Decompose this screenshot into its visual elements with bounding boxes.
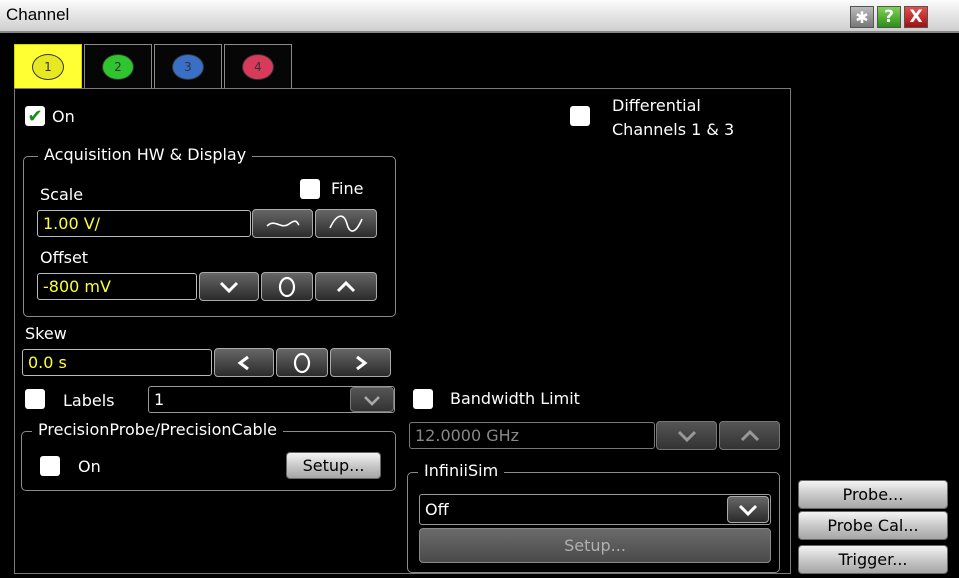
offset-increase-button[interactable] (315, 272, 377, 301)
chevron-up-icon (740, 429, 759, 441)
precision-setup-button[interactable]: Setup... (286, 452, 381, 479)
bandwidth-limit-checkbox[interactable] (413, 389, 433, 409)
differential-label-line1: Differential (612, 96, 701, 115)
precision-legend: PrecisionProbe/PrecisionCable (32, 420, 283, 439)
offset-decrease-button[interactable] (199, 272, 259, 301)
chevron-down-icon (364, 395, 380, 406)
precision-on-checkbox[interactable] (40, 456, 60, 476)
large-wave-icon (329, 214, 363, 232)
help-button[interactable]: ? (877, 6, 901, 28)
tab-channel-1[interactable]: 1 (14, 44, 82, 89)
bandwidth-increase-button[interactable] (719, 421, 780, 450)
offset-zero-button[interactable] (261, 272, 313, 301)
skew-decrease-button[interactable] (214, 348, 274, 377)
fine-checkbox[interactable] (300, 179, 320, 199)
labels-checkbox[interactable] (25, 389, 45, 409)
chevron-down-icon (677, 430, 696, 442)
chevron-right-icon (355, 355, 367, 370)
chevron-down-icon (738, 504, 758, 516)
close-button[interactable]: X (904, 6, 928, 28)
scale-increase-button[interactable] (315, 209, 377, 238)
channel-panel: ✔ On Differential Channels 1 & 3 Acquisi… (14, 88, 791, 574)
skew-input[interactable]: 0.0 s (22, 349, 212, 376)
chevron-down-icon (219, 281, 239, 293)
channel-1-icon: 1 (32, 54, 64, 80)
offset-label: Offset (40, 248, 89, 267)
trigger-button[interactable]: Trigger... (798, 545, 948, 574)
differential-label-line2: Channels 1 & 3 (612, 120, 735, 139)
tab-channel-2[interactable]: 2 (84, 44, 152, 89)
offset-input[interactable]: -800 mV (37, 273, 197, 300)
title-bar: Channel ✱ ? X (0, 0, 959, 33)
bandwidth-limit-label: Bandwidth Limit (450, 389, 580, 408)
on-checkbox[interactable]: ✔ (25, 106, 45, 127)
precision-group: PrecisionProbe/PrecisionCable On Setup..… (21, 420, 396, 491)
window-title: Channel (6, 5, 70, 24)
fine-label: Fine (331, 179, 364, 198)
scale-input[interactable]: 1.00 V/ (37, 210, 251, 237)
channel-3-icon: 3 (172, 54, 204, 80)
skew-zero-button[interactable] (276, 348, 328, 377)
tab-channel-3[interactable]: 3 (154, 44, 222, 89)
channel-2-icon: 2 (102, 54, 134, 80)
zero-circle-icon (278, 276, 296, 297)
skew-label: Skew (25, 324, 67, 343)
infiniisim-group: InfiniiSim Off Setup... (407, 461, 780, 573)
on-label: On (52, 107, 75, 126)
differential-checkbox[interactable] (570, 106, 590, 126)
acquisition-group: Acquisition HW & Display Scale Fine 1.00… (23, 145, 396, 317)
chevron-up-icon (336, 280, 356, 292)
channel-4-icon: 4 (242, 54, 274, 80)
probe-cal-button[interactable]: Probe Cal... (798, 511, 948, 540)
acquisition-legend: Acquisition HW & Display (38, 145, 253, 164)
labels-label: Labels (63, 391, 115, 410)
scale-decrease-button[interactable] (252, 209, 313, 238)
bandwidth-input[interactable]: 12.0000 GHz (409, 422, 655, 449)
zero-circle-icon (293, 352, 311, 373)
scale-label: Scale (40, 185, 84, 204)
probe-button[interactable]: Probe... (798, 480, 948, 509)
skew-increase-button[interactable] (330, 348, 391, 377)
labels-dropdown-button[interactable] (350, 387, 394, 412)
infiniisim-setup-button[interactable]: Setup... (419, 528, 771, 563)
infiniisim-legend: InfiniiSim (418, 461, 505, 480)
chevron-left-icon (237, 355, 249, 370)
infiniisim-select[interactable]: Off (419, 494, 771, 525)
infiniisim-dropdown-button[interactable] (727, 496, 769, 523)
gear-icon[interactable]: ✱ (850, 6, 874, 28)
bandwidth-decrease-button[interactable] (656, 421, 717, 450)
precision-on-label: On (78, 457, 101, 476)
small-wave-icon (265, 219, 300, 227)
tab-channel-4[interactable]: 4 (224, 44, 292, 89)
